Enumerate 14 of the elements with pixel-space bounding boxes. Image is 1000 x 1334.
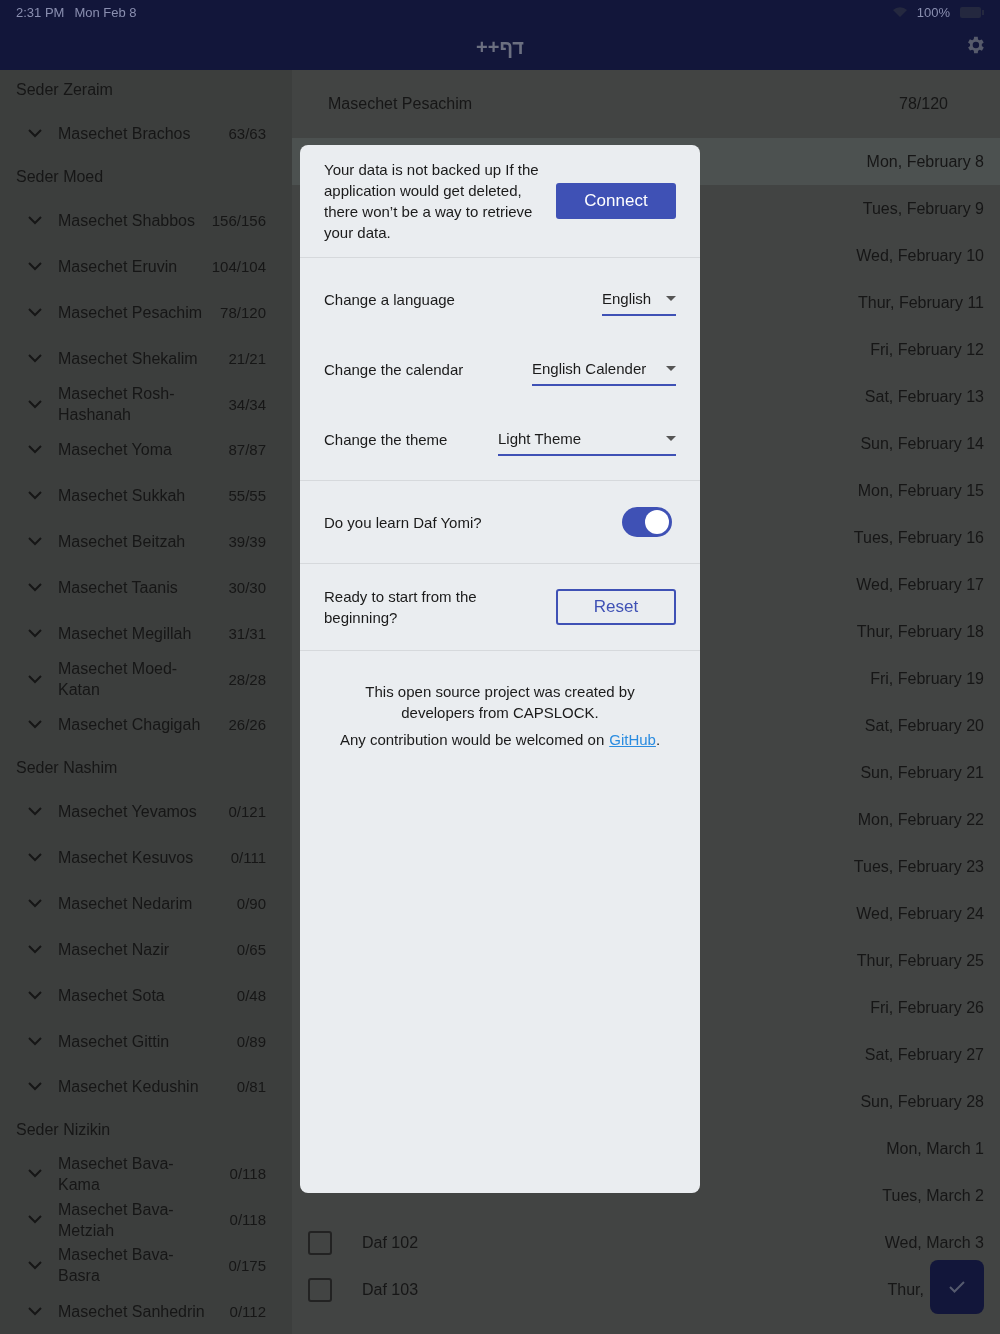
- setting-label: Change the calendar: [324, 359, 465, 380]
- credits-text: This open source project was created by developers from CAPSLOCK.: [364, 682, 636, 723]
- status-time: 2:31 PM: [16, 4, 65, 20]
- app-title: דף++: [476, 35, 524, 59]
- period-text: .: [655, 731, 661, 748]
- contribution-text: Any contribution would be welcomed on: [339, 731, 605, 748]
- battery-percent: 100%: [916, 4, 950, 20]
- daf-yomi-label: Do you learn Daf Yomi?: [324, 512, 483, 533]
- backup-warning: Your data is not backed up If the application would get deleted, there won’t be a way to retrieve your data.: [324, 160, 540, 243]
- setting-label: Change the theme: [324, 429, 449, 450]
- status-date: Mon Feb 8: [74, 4, 137, 20]
- setting-label: Change a language: [324, 289, 456, 310]
- date-label: Mon, February 8: [866, 152, 984, 171]
- reset-prompt: Ready to start from the beginning?: [324, 587, 478, 628]
